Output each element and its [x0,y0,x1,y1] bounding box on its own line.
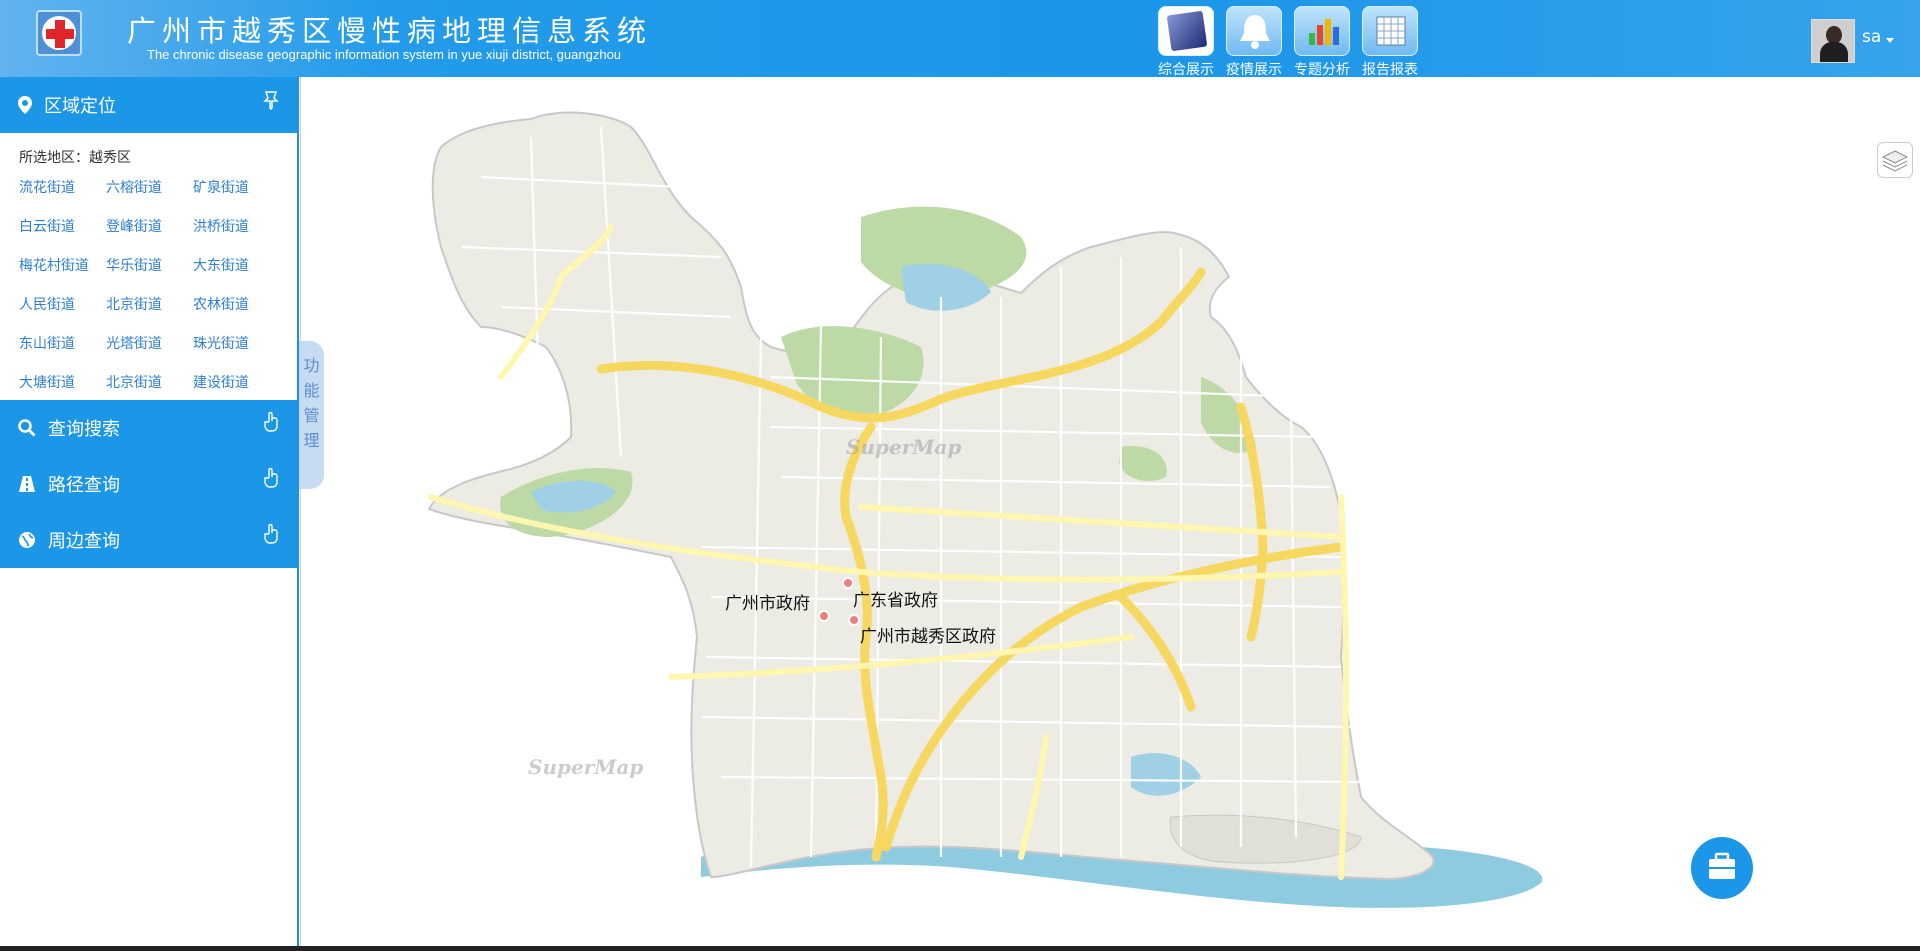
street-link[interactable]: 流花街道 [19,177,106,205]
panel-search-header[interactable]: 查询搜索 [0,400,297,456]
map-watermark: SuperMap [528,755,644,779]
district-map[interactable] [301,77,1920,951]
function-management-tab[interactable]: 功能管理 [299,341,324,489]
hospital-logo-icon [36,10,82,56]
app-title: 广州市越秀区慢性病地理信息系统 [127,14,653,48]
map-view[interactable]: 广州市政府 广东省政府 广州市越秀区政府 SuperMap SuperMap [300,77,1920,951]
street-link[interactable]: 光塔街道 [106,333,193,361]
panel-search-title: 查询搜索 [48,419,120,440]
selected-region: 所选地区：越秀区 [0,133,297,167]
street-link[interactable]: 大东街道 [193,255,280,283]
street-link[interactable]: 建设街道 [193,372,280,400]
briefcase-icon [1709,852,1735,879]
street-link[interactable]: 登峰街道 [106,216,193,244]
panel-region-title: 区域定位 [44,96,116,117]
function-management-label: 功能管理 [303,356,320,450]
app-subtitle: The chronic disease geographic informati… [147,47,622,62]
app-header: 广州市越秀区慢性病地理信息系统 The chronic disease geog… [0,0,1920,79]
street-link[interactable]: 北京街道 [106,294,193,322]
nav-report[interactable]: 报告报表 [1356,6,1424,79]
bar-chart-icon [1294,6,1350,56]
street-link[interactable]: 矿泉街道 [193,177,280,205]
street-link[interactable]: 白云街道 [19,216,106,244]
bottom-bar [0,946,1920,951]
street-link[interactable]: 大塘街道 [19,372,106,400]
street-link[interactable]: 华乐街道 [106,255,193,283]
layers-icon[interactable] [1877,142,1913,178]
street-link[interactable]: 珠光街道 [193,333,280,361]
road-icon [19,476,35,492]
poi-label[interactable]: 广州市越秀区政府 [860,622,996,647]
street-list: 流花街道 六榕街道 矿泉街道 白云街道 登峰街道 洪桥街道 梅花村街道 华乐街道… [0,167,297,400]
poi-label[interactable]: 广州市政府 [725,589,810,614]
pointer-hand-icon[interactable] [263,523,279,548]
toolbox-button[interactable] [1691,837,1753,899]
poi-label[interactable]: 广东省政府 [853,586,938,611]
chevron-down-icon[interactable] [1886,38,1894,43]
search-icon [18,419,36,437]
panel-nearby-title: 周边查询 [48,531,120,552]
top-nav: 综合展示 疫情展示 专题分析 报告报表 [1152,6,1424,79]
street-link[interactable]: 六榕街道 [106,177,193,205]
nav-label: 疫情展示 [1226,62,1282,78]
street-link[interactable]: 农林街道 [193,294,280,322]
globe-icon [19,532,35,548]
street-link[interactable]: 梅花村街道 [19,255,106,283]
panel-route-title: 路径查询 [48,475,120,496]
panel-nearby-header[interactable]: 周边查询 [0,512,297,568]
selected-region-value: 越秀区 [89,150,131,166]
panel-route-header[interactable]: 路径查询 [0,456,297,512]
street-link[interactable]: 洪桥街道 [193,216,280,244]
monitor-icon [1158,6,1214,56]
nav-overview[interactable]: 综合展示 [1152,6,1220,79]
nav-epidemic[interactable]: 疫情展示 [1220,6,1288,79]
nav-label: 报告报表 [1362,62,1418,78]
pointer-hand-icon[interactable] [263,411,279,436]
selected-region-prefix: 所选地区： [19,150,89,166]
sidebar: 区域定位 所选地区：越秀区 流花街道 六榕街道 矿泉街道 白云街道 登峰街道 洪… [0,77,299,951]
map-marker-icon [18,96,32,114]
street-link[interactable]: 东山街道 [19,333,106,361]
pointer-hand-icon[interactable] [263,467,279,492]
street-link[interactable]: 北京街道 [106,372,193,400]
user-name[interactable]: sa [1862,27,1881,47]
nav-analysis[interactable]: 专题分析 [1288,6,1356,79]
pin-icon[interactable] [263,90,279,114]
map-watermark: SuperMap [846,435,962,459]
bell-icon [1226,6,1282,56]
panel-region-header[interactable]: 区域定位 [0,77,297,133]
table-icon [1362,6,1418,56]
nav-label: 专题分析 [1294,62,1350,78]
nav-label: 综合展示 [1158,62,1214,78]
user-avatar[interactable] [1811,19,1855,63]
street-link[interactable]: 人民街道 [19,294,106,322]
